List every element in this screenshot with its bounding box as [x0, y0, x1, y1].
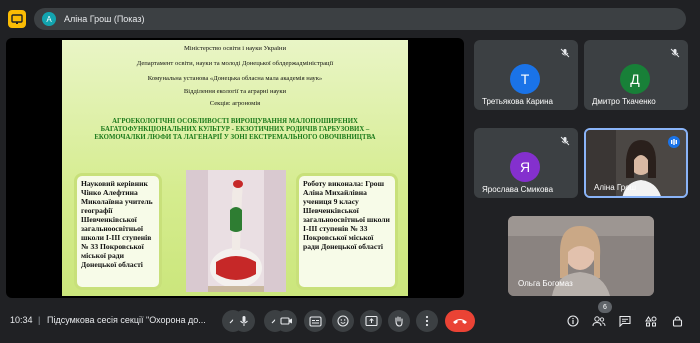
host-controls-button[interactable] — [668, 312, 686, 330]
gourd-photo — [186, 170, 286, 292]
mic-button[interactable] — [233, 310, 255, 332]
camera-button[interactable] — [275, 310, 297, 332]
avatar: Т — [510, 64, 540, 94]
presenter-avatar: А — [42, 12, 56, 26]
speaking-icon — [668, 136, 680, 148]
clock: 10:34 — [10, 315, 33, 325]
presentation-area: Міністерство освіти і науки України Депа… — [6, 38, 464, 298]
participant-name: Дмитро Ткаченко — [592, 97, 656, 106]
avatar: Д — [620, 64, 650, 94]
self-video-tile[interactable]: Ольга Богомаз — [508, 216, 654, 296]
mic-off-icon — [670, 48, 680, 58]
meet-window: { "presenter_label": "Аліна Грош (Показ)… — [0, 0, 700, 343]
presenter-label: Аліна Грош (Показ) — [64, 14, 145, 24]
participant-name: Ярослава Смикова — [482, 185, 554, 194]
presentation-icon[interactable] — [8, 10, 26, 28]
slide-header-line: Комунальна установа «Донецька обласна ма… — [147, 75, 323, 82]
participant-name: Ольга Богомаз — [518, 279, 573, 288]
more-icon — [425, 315, 429, 327]
participant-tile[interactable]: Т Третьякова Карина — [474, 40, 578, 110]
avatar: Я — [510, 152, 540, 182]
participant-name: Аліна Грош — [594, 183, 637, 192]
author-box: Роботу виконала: Грош Аліна Михайлівна у… — [296, 173, 398, 290]
slide-header-line: Міністерство освіти і науки України — [184, 45, 286, 52]
present-icon — [364, 315, 378, 327]
present-button[interactable] — [360, 310, 382, 332]
captions-button[interactable] — [304, 310, 326, 332]
activities-icon — [645, 316, 657, 327]
slide-header-line: Відділення екології та аграрні науки — [183, 88, 287, 95]
raise-hand-icon — [395, 316, 403, 327]
people-button[interactable] — [590, 312, 608, 330]
mic-off-icon — [560, 136, 570, 146]
mic-icon — [240, 316, 248, 326]
chat-button[interactable] — [616, 312, 634, 330]
mic-off-icon — [560, 48, 570, 58]
info-icon — [567, 315, 579, 327]
raise-hand-button[interactable] — [388, 310, 410, 332]
participant-tile[interactable]: Д Дмитро Ткаченко — [584, 40, 688, 110]
presenter-banner[interactable]: А Аліна Грош (Показ) — [34, 8, 686, 30]
slide-header-line: Департамент освіти, науки та молоді Доне… — [136, 60, 334, 67]
people-icon — [592, 316, 606, 327]
reactions-button[interactable] — [332, 310, 354, 332]
end-call-button[interactable] — [445, 310, 475, 332]
separator: | — [38, 315, 41, 325]
emoji-icon — [337, 315, 349, 327]
chat-icon — [619, 315, 631, 327]
meeting-title: Підсумкова сесія секції "Охорона до... — [47, 315, 206, 325]
more-options-button[interactable] — [416, 310, 438, 332]
slide: Міністерство освіти і науки України Депа… — [62, 40, 408, 296]
supervisor-box: Науковий керівник Чінко Алефтина Миколаї… — [74, 173, 162, 290]
camera-icon — [279, 317, 292, 325]
slide-header-line: Секція: агрономія — [209, 100, 261, 107]
captions-icon — [308, 315, 322, 327]
activities-button[interactable] — [642, 312, 660, 330]
info-button[interactable] — [564, 312, 582, 330]
end-call-icon — [453, 319, 467, 324]
slide-title: АГРОЕКОЛОГІЧНІ ОСОБЛИВОСТІ ВИРОЩУВАННЯ М… — [94, 118, 376, 142]
bottom-toolbar: 10:34 | Підсумкова сесія секції "Охорона… — [0, 306, 700, 334]
participant-tile[interactable]: Я Ярослава Смикова — [474, 128, 578, 198]
lock-icon — [672, 316, 682, 327]
participant-name: Третьякова Карина — [482, 97, 553, 106]
participant-video-tile[interactable]: Аліна Грош — [584, 128, 688, 198]
